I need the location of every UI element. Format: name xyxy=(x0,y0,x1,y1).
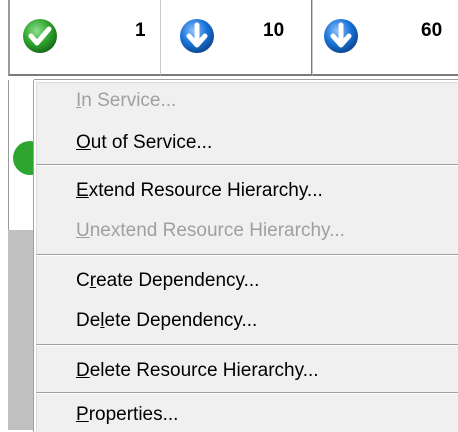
context-menu: In Service... Out of Service... Extend R… xyxy=(34,80,458,432)
menu-separator xyxy=(36,344,458,346)
menu-separator xyxy=(36,254,458,256)
blue-down-arrow-icon xyxy=(179,18,215,54)
menu-item-in-service[interactable]: In Service... xyxy=(36,84,458,118)
green-check-icon xyxy=(22,18,58,54)
menu-item-delete-dependency[interactable]: Delete Dependency... xyxy=(36,304,458,338)
tree-panel-background xyxy=(8,230,36,430)
menu-item-extend-resource-hierarchy[interactable]: Extend Resource Hierarchy... xyxy=(36,174,458,208)
menu-item-out-of-service[interactable]: Out of Service... xyxy=(36,126,458,160)
failed-count: 60 xyxy=(421,20,443,41)
blue-down-arrow-icon xyxy=(323,18,359,54)
status-cell-out-of-service[interactable]: 10 xyxy=(160,0,312,76)
menu-separator xyxy=(36,164,458,166)
menu-separator xyxy=(36,392,458,394)
out-of-service-count: 10 xyxy=(263,20,285,41)
resource-status-panel: 1 10 60 xyxy=(8,0,458,80)
tree-border xyxy=(8,80,9,230)
status-cell-in-service[interactable]: 1 xyxy=(8,0,161,76)
menu-item-delete-resource-hierarchy[interactable]: Delete Resource Hierarchy... xyxy=(36,354,458,388)
menu-item-properties[interactable]: Properties... xyxy=(36,398,458,432)
menu-item-create-dependency[interactable]: Create Dependency... xyxy=(36,264,458,298)
in-service-count: 1 xyxy=(135,20,146,41)
status-cell-failed[interactable]: 60 xyxy=(312,0,458,76)
menu-item-unextend-resource-hierarchy[interactable]: Unextend Resource Hierarchy... xyxy=(36,214,458,248)
